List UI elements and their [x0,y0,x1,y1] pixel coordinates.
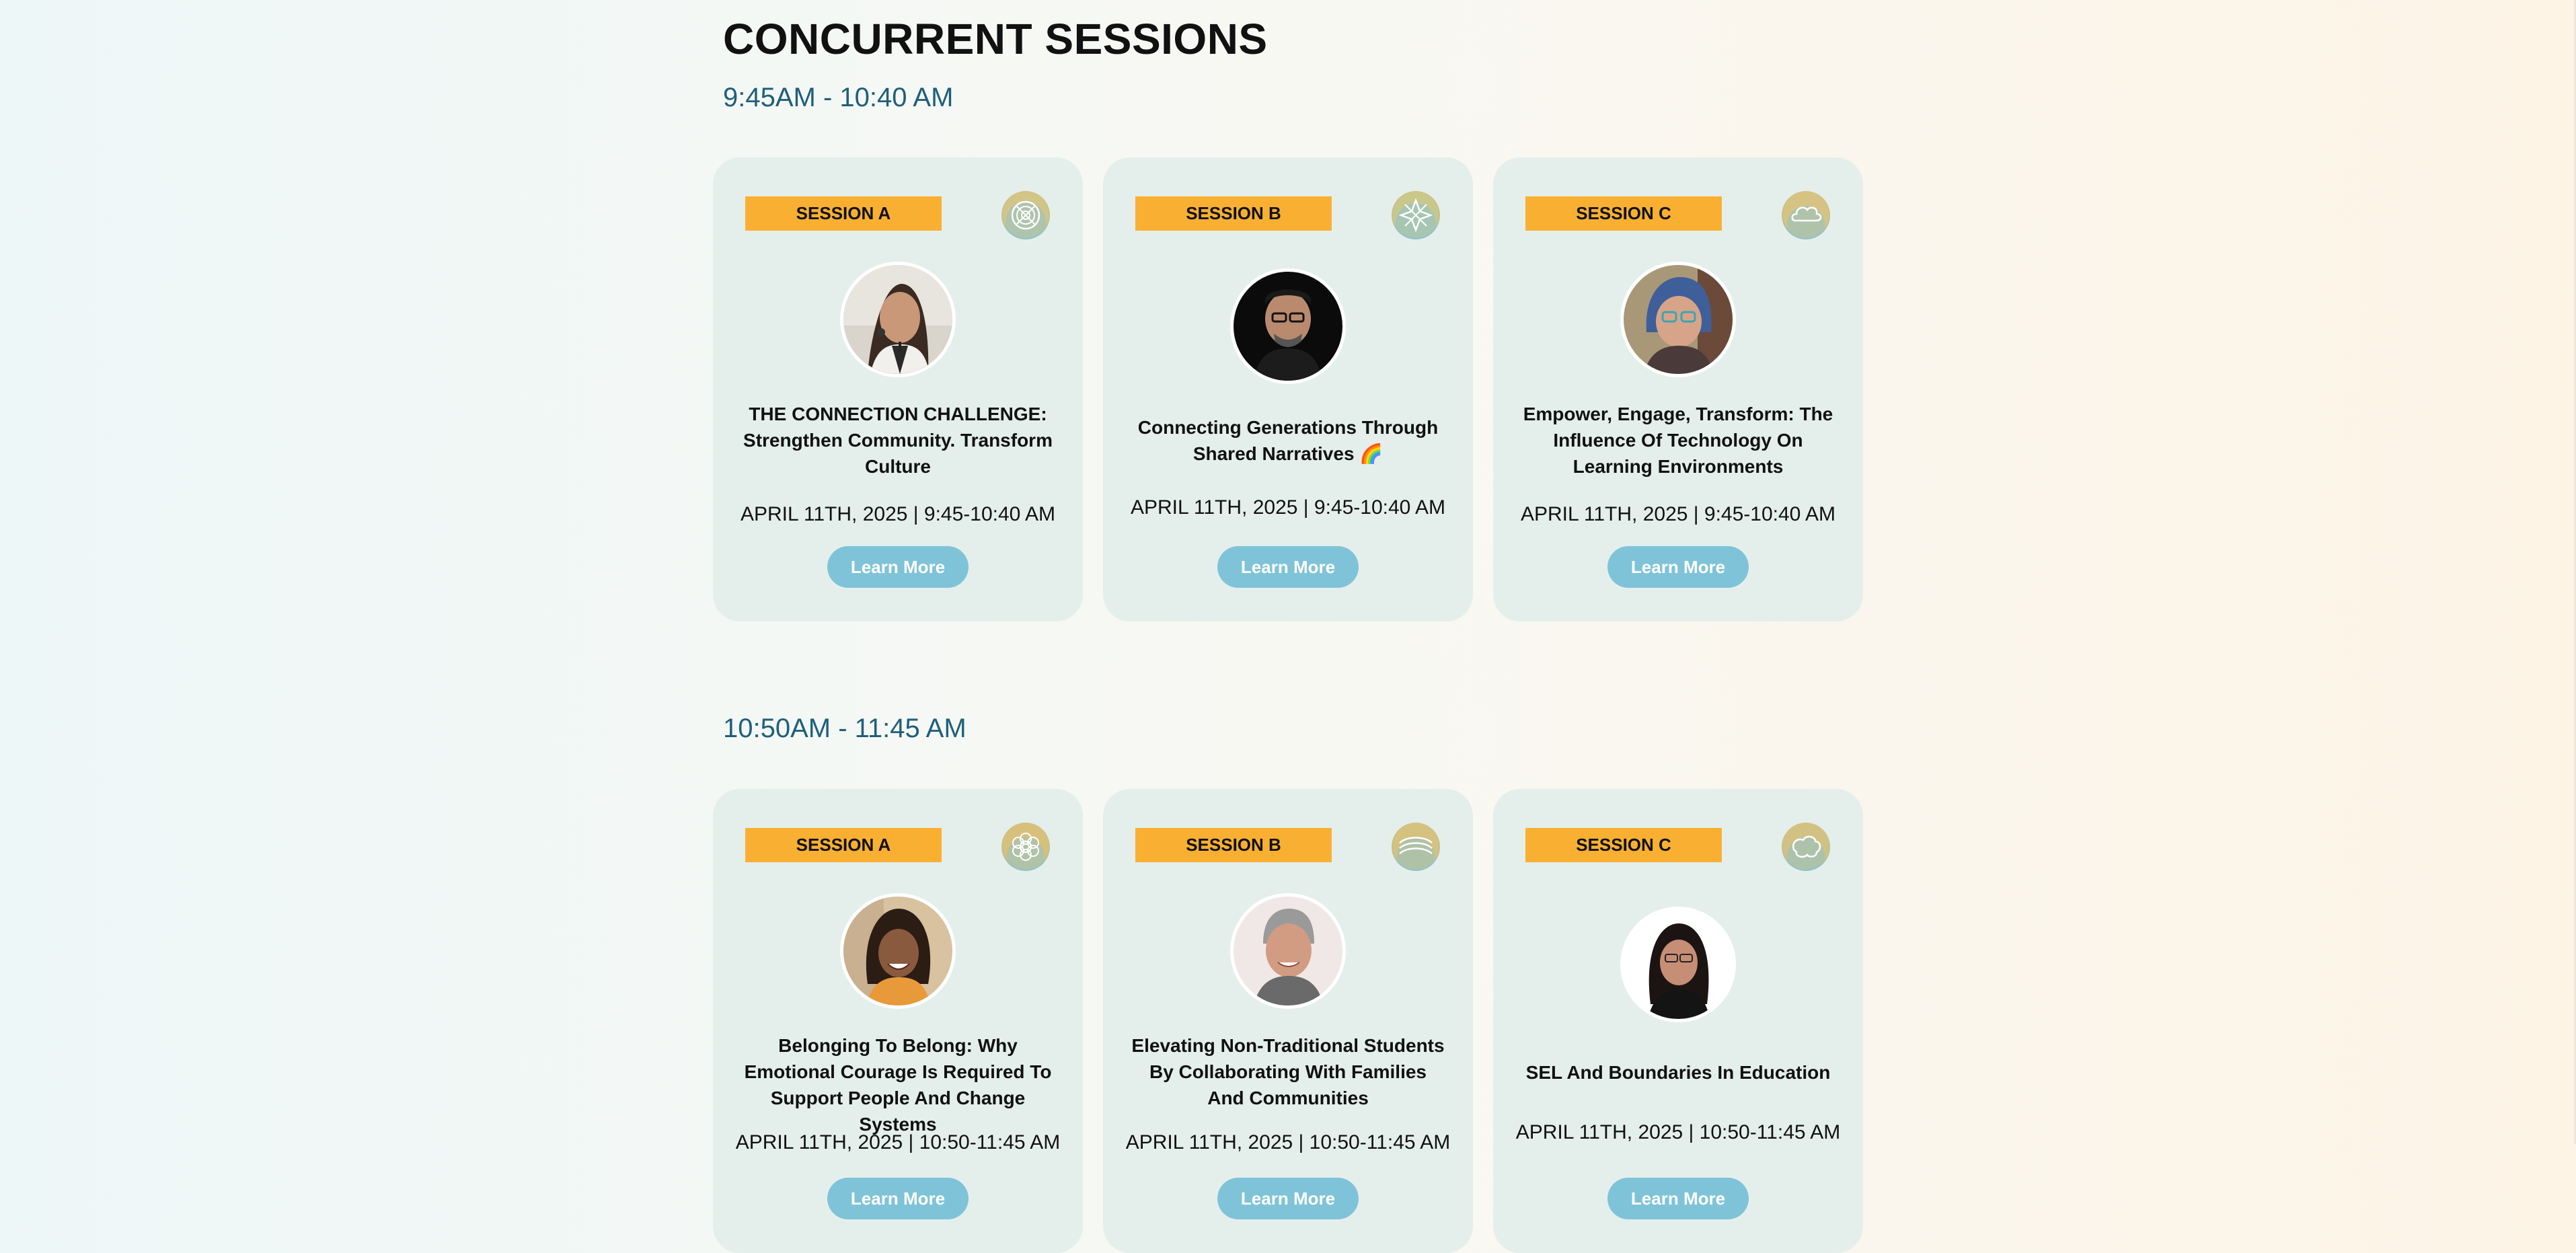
session-date: APRIL 11TH, 2025 | 10:50-11:45 AM [735,1131,1061,1153]
learn-more-button[interactable]: Learn More [827,1178,969,1219]
session-date: APRIL 11TH, 2025 | 10:50-11:45 AM [1515,1121,1841,1143]
page-title: CONCURRENT SESSIONS [723,15,1268,63]
session-badge: SESSION A [745,828,942,862]
speaker-avatar [1620,907,1736,1022]
learn-more-button[interactable]: Learn More [1607,546,1749,588]
session-title: Empower, Engage, Transform: The Influenc… [1523,404,1833,477]
cloud-topic-icon [1782,191,1830,239]
session-date: APRIL 11TH, 2025 | 9:45-10:40 AM [1130,496,1446,519]
session-card: SESSION A Belonging To Belong: Why Emoti… [713,789,1083,1253]
learn-more-button[interactable]: Learn More [1217,546,1359,588]
session-card: SESSION B Connecting Generations Through… [1103,157,1473,621]
speaker-avatar [1230,268,1346,384]
session-date: APRIL 11TH, 2025 | 10:50-11:45 AM [1125,1131,1451,1153]
star-topic-icon [1392,191,1440,239]
speaker-avatar [840,893,956,1009]
brain-topic-icon [1782,823,1830,871]
swirl-topic-icon [1392,823,1440,871]
mandala-topic-icon [1001,191,1050,239]
session-badge: SESSION C [1525,828,1722,862]
learn-more-button[interactable]: Learn More [827,546,969,588]
speaker-avatar-woman-locs-icon [843,897,952,1005]
session-badge: SESSION C [1525,196,1722,231]
session-title: Connecting Generations Through Shared Na… [1137,417,1439,464]
session-card: SESSION B Elevating Non-Traditional Stud… [1103,789,1473,1253]
session-title: THE CONNECTION CHALLENGE: Strengthen Com… [743,404,1053,477]
speaker-avatar [1230,893,1346,1009]
session-title: SEL And Boundaries In Education [1525,1062,1831,1083]
speaker-avatar-man-gray-hair-icon [1234,897,1342,1005]
speaker-avatar-woman-dark-hair-icon [1624,910,1733,1019]
session-card: SESSION C SEL And Boundaries In Educatio… [1493,789,1863,1253]
learn-more-button[interactable]: Learn More [1217,1178,1359,1219]
speaker-avatar-man-glasses-icon [1234,272,1342,381]
session-date: APRIL 11TH, 2025 | 9:45-10:40 AM [740,503,1056,525]
session-title: Belonging To Belong: Why Emotional Coura… [744,1035,1052,1135]
speaker-avatar [1620,262,1736,377]
session-badge: SESSION A [745,196,942,231]
session-card: SESSION A THE CONNECTION CHALLENGE: Stre… [713,157,1083,621]
timeslot-heading: 10:50AM - 11:45 AM [723,714,967,743]
speaker-avatar-woman-earrings-icon [843,265,952,374]
speaker-avatar [840,262,956,377]
timeslot-heading: 9:45AM - 10:40 AM [723,83,954,112]
flower-topic-icon [1001,823,1050,871]
learn-more-button[interactable]: Learn More [1607,1178,1749,1219]
speaker-avatar-woman-blue-hair-icon [1624,265,1733,374]
session-badge: SESSION B [1135,196,1332,231]
session-card: SESSION C Empower, Engage, Transform: Th… [1493,157,1863,621]
session-title: Elevating Non-Traditional Students By Co… [1131,1035,1445,1108]
session-badge: SESSION B [1135,828,1332,862]
session-date: APRIL 11TH, 2025 | 9:45-10:40 AM [1520,503,1836,525]
